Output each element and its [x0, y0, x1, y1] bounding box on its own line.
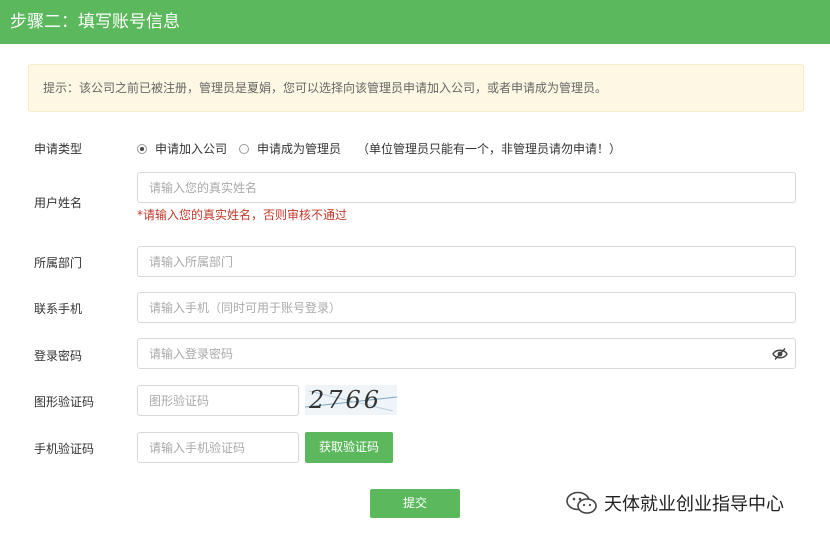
department-label: 所属部门 — [34, 256, 83, 270]
submit-button[interactable]: 提交 — [370, 489, 460, 518]
wechat-icon — [566, 491, 597, 514]
radio-join-company[interactable]: 申请加入公司 — [137, 140, 227, 157]
apply-type-label: 申请类型 — [34, 142, 83, 156]
radio-unchecked-indicator[interactable] — [239, 143, 250, 154]
watermark-text: 天体就业创业指导中心 — [604, 494, 784, 515]
name-hint: *请输入您的真实姓名，否则审核不通过 — [137, 208, 348, 222]
eye-slash-icon[interactable] — [772, 347, 788, 361]
radio-become-admin-label: 申请成为管理员 — [257, 142, 342, 156]
captcha-image[interactable]: 2766 — [305, 385, 397, 415]
department-input[interactable] — [137, 246, 796, 277]
radio-become-admin[interactable]: 申请成为管理员 — [239, 140, 341, 157]
radio-join-company-label: 申请加入公司 — [155, 142, 228, 156]
apply-type-radio-group: 申请加入公司 申请成为管理员 （单位管理员只能有一个，非管理员请勿申请！） — [137, 140, 621, 157]
captcha-text: 2766 — [309, 386, 383, 414]
captcha-label: 图形验证码 — [34, 395, 95, 409]
captcha-input[interactable] — [137, 385, 299, 416]
password-label: 登录密码 — [34, 349, 83, 363]
radio-checked-indicator[interactable] — [137, 143, 147, 154]
sms-code-label: 手机验证码 — [34, 442, 95, 456]
password-input[interactable] — [137, 338, 796, 369]
page-header: 步骤二：填写账号信息 — [0, 0, 830, 44]
sms-code-input[interactable] — [137, 432, 299, 463]
phone-label: 联系手机 — [34, 302, 83, 316]
page-title: 步骤二：填写账号信息 — [10, 12, 180, 32]
notice-banner: 提示：该公司之前已被注册，管理员是夏娟，您可以选择向该管理员申请加入公司，或者申… — [28, 64, 804, 112]
name-input[interactable] — [137, 172, 796, 203]
apply-type-note: （单位管理员只能有一个，非管理员请勿申请！） — [357, 142, 622, 156]
notice-text: 提示：该公司之前已被注册，管理员是夏娟，您可以选择向该管理员申请加入公司，或者申… — [43, 81, 608, 95]
name-label: 用户姓名 — [34, 196, 83, 210]
phone-input[interactable] — [137, 292, 796, 323]
get-code-button[interactable]: 获取验证码 — [305, 432, 393, 463]
watermark: 天体就业创业指导中心 — [566, 490, 784, 516]
